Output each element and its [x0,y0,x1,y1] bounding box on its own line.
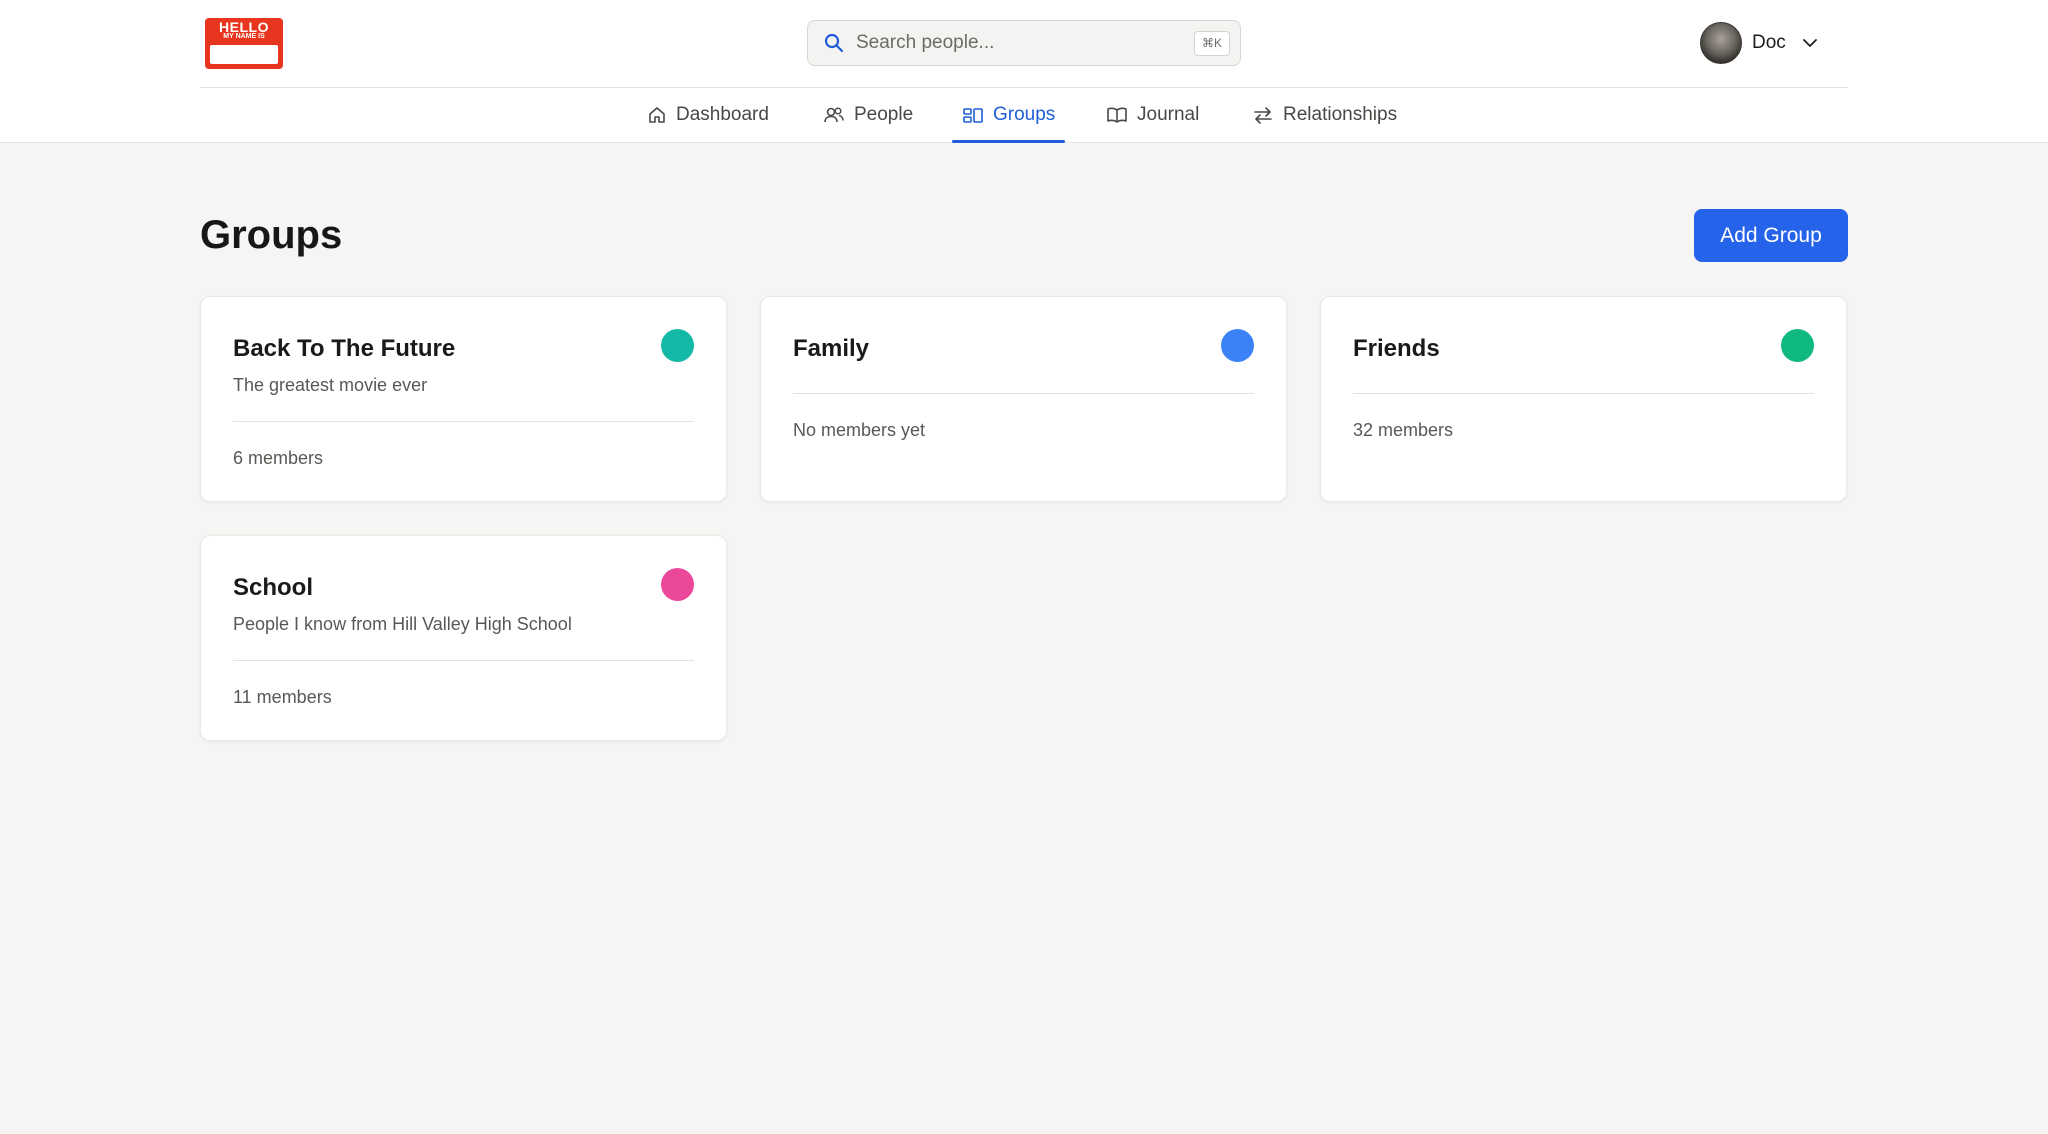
card-divider [233,421,694,422]
card-divider [1353,393,1814,394]
tab-groups[interactable]: Groups [951,88,1066,143]
group-card-family[interactable]: Family No members yet [760,296,1287,502]
tab-dashboard-label: Dashboard [676,104,769,125]
top-bar: HELLO MY NAME IS ⌘K Doc Dashboard [0,0,2048,143]
search-box[interactable]: ⌘K [807,20,1241,66]
card-divider [233,660,694,661]
chevron-down-icon [1803,39,1817,47]
tab-groups-label: Groups [993,104,1056,125]
user-name: Doc [1752,32,1786,53]
search-shortcut-badge: ⌘K [1193,31,1230,56]
group-name: School [233,574,314,601]
logo-name-plate [210,45,278,64]
group-description: People I know from Hill Valley High Scho… [233,614,572,634]
card-divider [793,393,1254,394]
group-color-dot [1781,329,1814,362]
search-input[interactable] [856,29,1156,57]
group-member-count: No members yet [793,420,926,440]
header: HELLO MY NAME IS ⌘K Doc [200,0,1848,88]
home-icon [649,107,665,123]
tab-people[interactable]: People [823,88,913,142]
group-card-school[interactable]: School People I know from Hill Valley Hi… [200,535,727,741]
group-name: Family [793,335,870,362]
users-icon [824,107,844,123]
group-name: Back To The Future [233,335,456,362]
group-member-count: 6 members [233,448,324,468]
group-card-friends[interactable]: Friends 32 members [1320,296,1847,502]
group-color-dot [1221,329,1254,362]
group-color-dot [661,568,694,601]
group-member-count: 32 members [1353,420,1454,440]
group-name: Friends [1353,335,1440,362]
tab-relationships[interactable]: Relationships [1252,88,1397,142]
tab-dashboard[interactable]: Dashboard [647,88,769,142]
search-icon [824,33,844,53]
group-color-dot [661,329,694,362]
tab-journal[interactable]: Journal [1106,88,1199,142]
user-menu[interactable]: Doc [1698,20,1828,66]
add-group-button[interactable]: Add Group [1694,209,1848,262]
groups-icon [963,108,983,123]
app-logo[interactable]: HELLO MY NAME IS [205,18,283,69]
arrows-icon [1254,107,1272,124]
book-icon [1107,107,1127,123]
tab-relationships-label: Relationships [1283,104,1398,125]
main-nav: Dashboard People Groups Journal Relation… [0,88,2048,143]
group-member-count: 11 members [233,687,332,707]
tab-people-label: People [854,104,914,125]
avatar[interactable] [1700,22,1742,64]
group-description: The greatest movie ever [233,375,428,395]
page-title: Groups [200,213,343,257]
logo-name-text: MY NAME IS [223,33,265,40]
tab-journal-label: Journal [1137,104,1200,125]
group-card-back-to-the-future[interactable]: Back To The Future The greatest movie ev… [200,296,727,502]
